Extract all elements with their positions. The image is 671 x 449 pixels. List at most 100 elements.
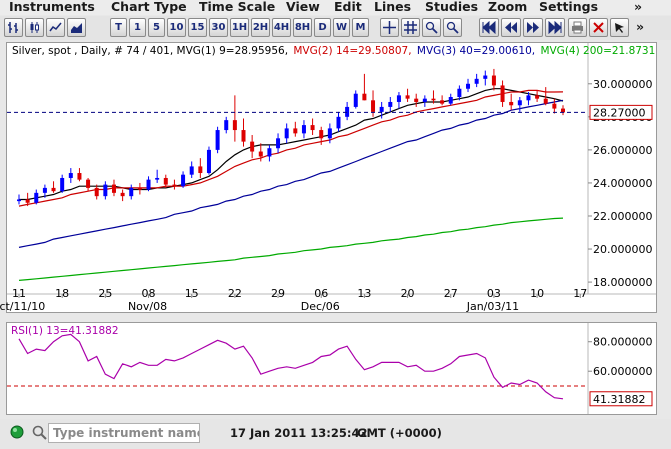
candle-body — [431, 98, 436, 101]
timeframe-w-button[interactable]: W — [333, 18, 350, 37]
timeframe-5-button[interactable]: 5 — [148, 18, 165, 37]
menu-view[interactable]: View — [286, 0, 320, 14]
legend-silver-mvg1: Silver, spot , Daily, # 74 / 401, MVG(1)… — [12, 45, 288, 57]
candle-body — [543, 98, 548, 104]
timeframe-d-button[interactable]: D — [314, 18, 331, 37]
candle-body — [293, 128, 298, 134]
candle-body — [379, 106, 384, 112]
menu-instruments[interactable]: Instruments — [9, 0, 95, 14]
candle-body — [405, 95, 410, 99]
price-chart-panel[interactable]: Silver, spot , Daily, # 74 / 401, MVG(1)… — [6, 42, 662, 313]
status-datetime: 17 Jan 2011 13:25:42 — [230, 426, 368, 440]
timeframe-2h-button[interactable]: 2H — [251, 18, 270, 37]
candle-body — [60, 177, 65, 192]
candle-body — [362, 93, 367, 101]
timeframe-15-button[interactable]: 15 — [188, 18, 207, 37]
timeframe-8h-button[interactable]: 8H — [293, 18, 312, 37]
timeframe-4h-button[interactable]: 4H — [272, 18, 291, 37]
legend-mvg2: MVG(2) 14=29.50807, — [293, 45, 411, 57]
moving-average-line-2 — [18, 89, 564, 207]
candle-body — [371, 100, 376, 112]
time-major-label: Jan/03/11 — [466, 300, 519, 313]
print-icon[interactable] — [568, 18, 587, 37]
candle-body — [25, 199, 30, 203]
scroll-begin-icon[interactable] — [479, 18, 499, 37]
candle-body — [86, 179, 91, 188]
candle-body — [42, 187, 47, 193]
candle-body — [241, 130, 246, 142]
moving-average-line-3 — [18, 99, 564, 248]
candle-body — [526, 95, 531, 101]
menu-studies[interactable]: Studies — [425, 0, 478, 14]
candle-body — [319, 130, 324, 139]
moving-average-line-4 — [18, 217, 564, 281]
timeframe-m-button[interactable]: M — [352, 18, 369, 37]
scroll-left-icon[interactable] — [501, 18, 521, 37]
last-price-label: 28.27000 — [593, 106, 646, 119]
zoom-out-icon[interactable] — [443, 18, 462, 37]
line-chart-icon[interactable] — [46, 18, 65, 37]
candle-body — [258, 151, 263, 157]
mountain-chart-icon[interactable] — [67, 18, 86, 37]
candle-body — [206, 149, 211, 174]
candle-body — [267, 148, 272, 157]
timeframe-10-button[interactable]: 10 — [167, 18, 186, 37]
candle-body — [483, 75, 488, 79]
grid-icon[interactable] — [401, 18, 420, 37]
candle-body — [500, 85, 505, 102]
price-tick-label: 24.000000 — [593, 177, 653, 190]
menu-lines[interactable]: Lines — [374, 0, 411, 14]
candle-body — [552, 103, 557, 109]
timeframe-1h-button[interactable]: 1H — [230, 18, 249, 37]
candle-body — [474, 78, 479, 84]
candle-body — [181, 174, 186, 187]
status-bar: 17 Jan 2011 13:25:42 GMT (+0000) — [0, 419, 671, 449]
zoom-in-icon[interactable] — [422, 18, 441, 37]
menu-edit[interactable]: Edit — [334, 0, 362, 14]
candle-body — [491, 75, 496, 86]
candle-body — [327, 128, 332, 139]
menu-time-scale[interactable]: Time Scale — [199, 0, 275, 14]
candle-body — [466, 83, 471, 89]
timeframe-t-button[interactable]: T — [110, 18, 127, 37]
rsi-panel[interactable]: RSI(1) 13=41.31882 80.000000 60.000000 41.… — [6, 322, 657, 415]
candle-body — [68, 173, 73, 178]
candlestick-icon[interactable] — [25, 18, 44, 37]
candle-body — [301, 125, 306, 134]
rsi-tick-label: 80.000000 — [593, 336, 653, 349]
candle-body — [276, 138, 281, 149]
candle-body — [396, 95, 401, 102]
legend-mvg4: MVG(4) 200=21.87312 — [540, 45, 656, 57]
search-icon[interactable] — [32, 425, 47, 440]
candle-body — [448, 97, 453, 104]
menu-settings[interactable]: Settings — [539, 0, 598, 14]
candle-body — [250, 141, 255, 152]
menu-more-icon[interactable]: » — [634, 0, 642, 14]
timeframe-30-button[interactable]: 30 — [209, 18, 228, 37]
scroll-end-icon[interactable] — [545, 18, 565, 37]
menu-chart-type[interactable]: Chart Type — [111, 0, 187, 14]
price-chart-legend: Silver, spot , Daily, # 74 / 401, MVG(1)… — [12, 45, 656, 57]
price-tick-label: 20.000000 — [593, 243, 653, 256]
candle-body — [77, 173, 82, 180]
instrument-search-input[interactable] — [48, 423, 200, 443]
connection-status-icon — [10, 425, 24, 439]
candle-body — [224, 120, 229, 131]
toolbar-more-icon[interactable]: » — [636, 20, 644, 34]
scroll-right-icon[interactable] — [523, 18, 543, 37]
candle-body — [111, 184, 116, 193]
pointer-icon[interactable] — [610, 18, 629, 37]
timeframe-1-button[interactable]: 1 — [129, 18, 146, 37]
candle-body — [457, 88, 462, 98]
menu-zoom[interactable]: Zoom — [488, 0, 527, 14]
price-tick-label: 22.000000 — [593, 210, 653, 223]
candle-body — [163, 177, 168, 185]
rsi-chart: RSI(1) 13=41.31882 80.00000060.00000041.… — [7, 323, 653, 414]
bar-chart-icon[interactable] — [4, 18, 23, 37]
time-major-label: Nov/08 — [128, 300, 167, 313]
rsi-last-label: 41.31882 — [593, 393, 646, 406]
crosshair-icon[interactable] — [380, 18, 399, 37]
delete-icon[interactable] — [589, 18, 608, 37]
candle-body — [146, 179, 151, 190]
candle-body — [336, 116, 341, 129]
